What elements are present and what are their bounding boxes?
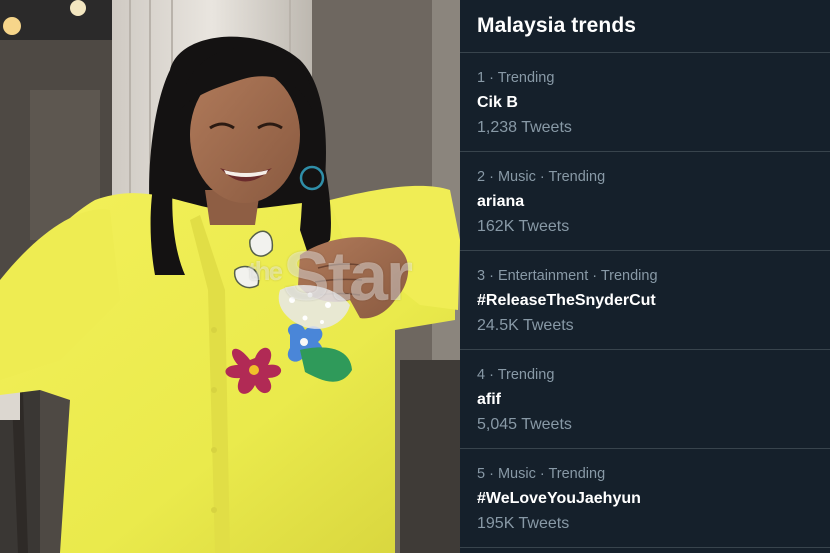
trends-panel: Malaysia trends 1 · Trending Cik B 1,238… <box>460 0 830 553</box>
trend-item-5[interactable]: 5 · Music · Trending #WeLoveYouJaehyun 1… <box>460 449 830 548</box>
trend-item-3[interactable]: 3 · Entertainment · Trending #ReleaseThe… <box>460 251 830 350</box>
trend-item-2[interactable]: 2 · Music · Trending ariana 162K Tweets <box>460 152 830 251</box>
trend-tweet-count: 195K Tweets <box>477 515 570 532</box>
trend-name[interactable]: ariana <box>477 192 813 212</box>
trend-name[interactable]: #ReleaseTheSnyderCut <box>477 291 813 311</box>
trend-meta: 4 · Trending <box>477 367 555 383</box>
trends-title: Malaysia trends <box>477 14 637 37</box>
trend-tweet-count: 5,045 Tweets <box>477 416 572 433</box>
trend-item-4[interactable]: 4 · Trending afif 5,045 Tweets <box>460 350 830 449</box>
trend-meta: 5 · Music · Trending <box>477 466 606 482</box>
watermark-text: Star <box>283 237 413 315</box>
trend-name[interactable]: Cik B <box>477 93 813 113</box>
trend-tweet-count: 24.5K Tweets <box>477 317 574 334</box>
trend-meta: 1 · Trending <box>477 70 555 86</box>
photo: theStar <box>0 0 460 553</box>
trends-header: Malaysia trends <box>460 0 830 53</box>
trend-name[interactable]: #WeLoveYouJaehyun <box>477 489 813 509</box>
trend-tweet-count: 1,238 Tweets <box>477 119 572 136</box>
trend-name[interactable]: afif <box>477 390 813 410</box>
watermark-prefix: the <box>248 256 283 286</box>
thestar-watermark: theStar <box>248 236 413 316</box>
trend-meta: 2 · Music · Trending <box>477 169 606 185</box>
trend-item-1[interactable]: 1 · Trending Cik B 1,238 Tweets <box>460 53 830 152</box>
trend-meta: 3 · Entertainment · Trending <box>477 268 658 284</box>
trend-tweet-count: 162K Tweets <box>477 218 570 235</box>
